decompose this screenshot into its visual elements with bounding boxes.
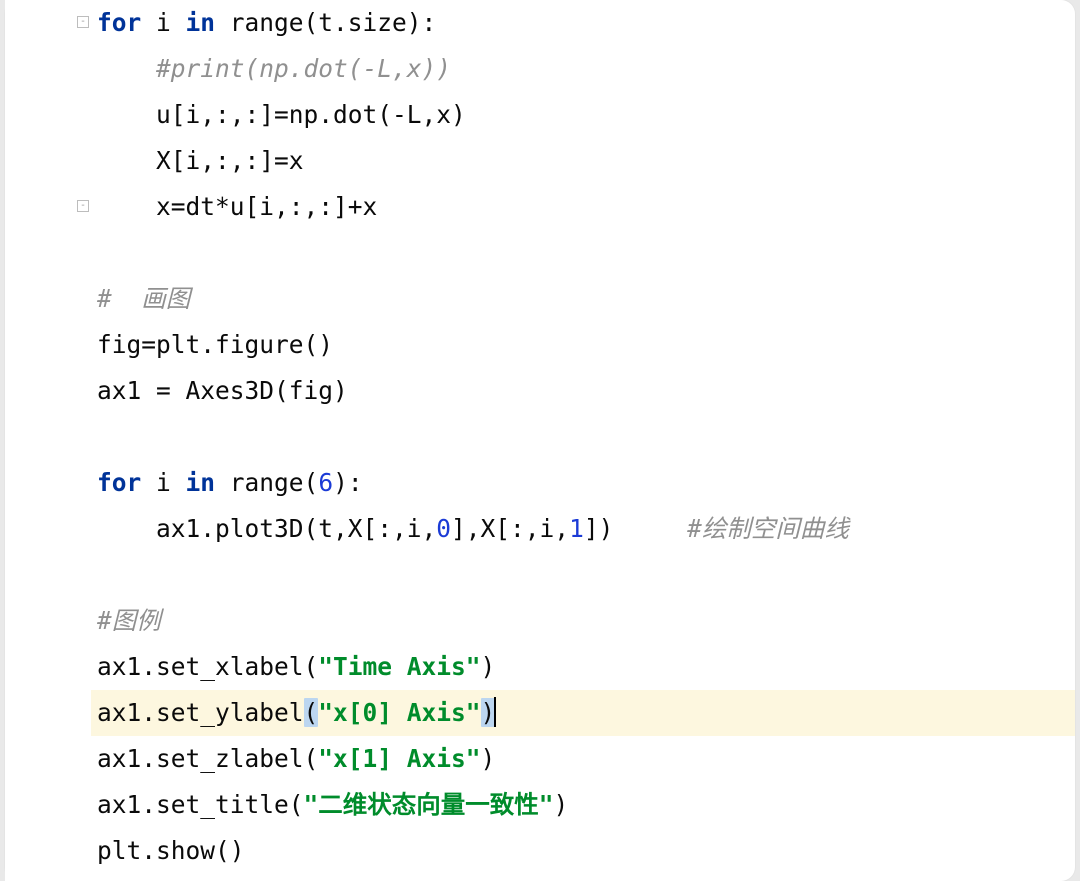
code-line[interactable]	[91, 552, 1075, 598]
token-kw: for	[97, 8, 156, 37]
token: ):	[333, 468, 363, 497]
token-num: 1	[569, 514, 584, 543]
code-line[interactable]: for i in range(t.size):	[91, 0, 1075, 46]
code-area[interactable]: for i in range(t.size): #print(np.dot(-L…	[91, 0, 1075, 881]
token-kw: in	[186, 468, 230, 497]
token: plt.show()	[97, 836, 245, 865]
token: )	[481, 698, 496, 727]
token-call: range(t.size):	[230, 8, 437, 37]
fold-toggle-icon[interactable]: -	[77, 16, 89, 28]
code-line[interactable]	[91, 414, 1075, 460]
token: i	[156, 8, 186, 37]
token: )	[554, 790, 569, 819]
code-line[interactable]: #图例	[91, 598, 1075, 644]
token: ax1.set_title(	[97, 790, 304, 819]
code-line[interactable]	[91, 230, 1075, 276]
token-str: "x[1] Axis"	[318, 744, 480, 773]
token-comment: #print(np.dot(-L,x))	[156, 54, 451, 83]
code-line[interactable]: X[i,:,:]=x	[91, 138, 1075, 184]
code-line[interactable]: ax1.set_ylabel("x[0] Axis")	[91, 690, 1075, 736]
token: )	[481, 744, 496, 773]
token: ax1.set_zlabel(	[97, 744, 318, 773]
token-comment: # 画图	[97, 284, 190, 313]
token-kw: for	[97, 468, 156, 497]
token-call: range(	[230, 468, 319, 497]
token-num: 6	[318, 468, 333, 497]
token: i	[156, 468, 186, 497]
code-line[interactable]: x=dt*u[i,:,:]+x	[91, 184, 1075, 230]
line-number-gutter	[5, 0, 76, 881]
token: u[i,:,:]=np.dot(-L,x)	[156, 100, 466, 129]
token-comment: #图例	[97, 606, 161, 635]
token-num: 0	[436, 514, 451, 543]
token-str: "二维状态向量一致性"	[304, 790, 554, 819]
token-str: "Time Axis"	[318, 652, 480, 681]
token: ax1 = Axes3D(fig)	[97, 376, 348, 405]
code-line[interactable]: ax1.plot3D(t,X[:,i,0],X[:,i,1]) #绘制空间曲线	[91, 506, 1075, 552]
token: ax1.plot3D(t,X[:,i,	[156, 514, 436, 543]
code-line[interactable]: ax1.set_xlabel("Time Axis")	[91, 644, 1075, 690]
code-line[interactable]: fig=plt.figure()	[91, 322, 1075, 368]
code-line[interactable]: for i in range(6):	[91, 460, 1075, 506]
token: )	[481, 652, 496, 681]
code-editor[interactable]: for i in range(t.size): #print(np.dot(-L…	[5, 0, 1075, 881]
code-line[interactable]: u[i,:,:]=np.dot(-L,x)	[91, 92, 1075, 138]
token: x=dt*u[i,:,:]+x	[156, 192, 377, 221]
code-line[interactable]: ax1.set_zlabel("x[1] Axis")	[91, 736, 1075, 782]
fold-toggle-icon[interactable]: -	[77, 200, 89, 212]
token: ])	[584, 514, 614, 543]
token: X[i,:,:]=x	[156, 146, 304, 175]
code-line[interactable]: ax1.set_title("二维状态向量一致性")	[91, 782, 1075, 828]
text-caret	[494, 697, 496, 727]
token: ax1.set_ylabel	[97, 698, 304, 727]
code-line[interactable]: # 画图	[91, 276, 1075, 322]
token	[613, 514, 687, 543]
token: fig=plt.figure()	[97, 330, 333, 359]
code-line[interactable]: ax1 = Axes3D(fig)	[91, 368, 1075, 414]
token: ax1.set_xlabel(	[97, 652, 318, 681]
token-str: "x[0] Axis"	[318, 698, 480, 727]
token-kw: in	[186, 8, 230, 37]
code-line[interactable]: #print(np.dot(-L,x))	[91, 46, 1075, 92]
token-comment: #绘制空间曲线	[687, 514, 849, 543]
fold-strip	[75, 0, 91, 881]
code-line[interactable]: plt.show()	[91, 828, 1075, 874]
token: ],X[:,i,	[451, 514, 569, 543]
token: (	[304, 698, 319, 727]
